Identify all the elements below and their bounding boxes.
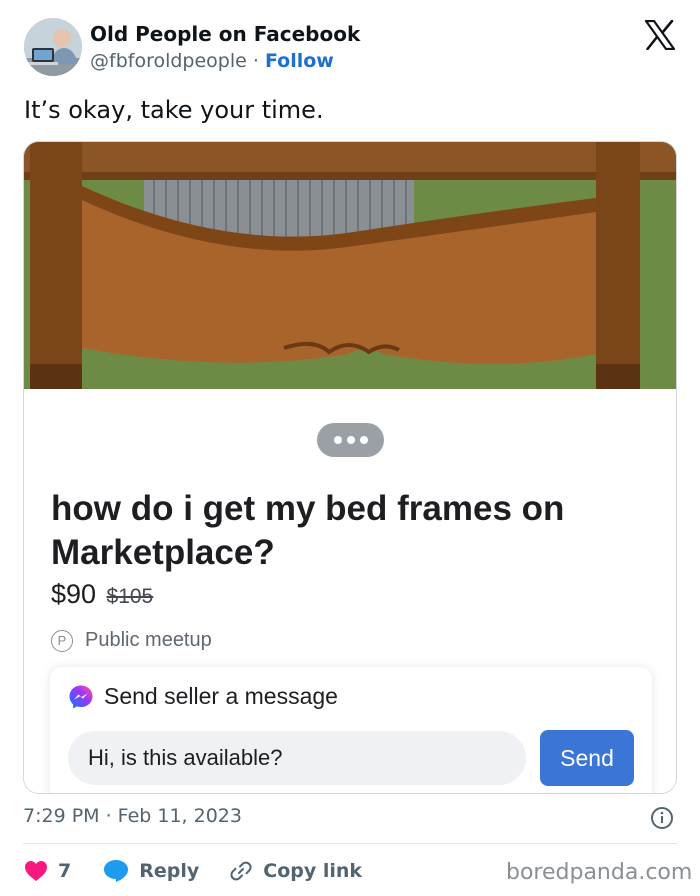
heart-icon — [25, 861, 47, 881]
listing-price: $90 — [51, 579, 97, 609]
more-dots-icon[interactable] — [317, 423, 384, 457]
reply-button[interactable]: Reply — [103, 859, 199, 883]
author-handle-row: @fbforoldpeople · Follow — [90, 50, 334, 72]
reply-label: Reply — [139, 860, 200, 882]
tweet-text: It’s okay, take your time. — [24, 96, 324, 124]
tweet-media[interactable]: how do i get my bed frames on Marketplac… — [23, 141, 677, 794]
message-heading: Send seller a message — [104, 683, 338, 709]
send-button[interactable]: Send — [540, 730, 634, 786]
tweet-actions: 7 Reply Copy link — [24, 856, 362, 886]
author-name[interactable]: Old People on Facebook — [90, 22, 360, 46]
link-icon — [230, 861, 252, 881]
dot — [359, 436, 368, 444]
info-icon[interactable] — [650, 806, 674, 830]
speech-bubble-icon — [104, 860, 129, 882]
footer-divider — [23, 843, 677, 844]
message-input[interactable]: Hi, is this available? — [68, 731, 526, 785]
avatar[interactable] — [24, 18, 82, 76]
copy-link-button[interactable]: Copy link — [229, 859, 362, 883]
public-meetup-label: Public meetup — [85, 629, 212, 651]
dot — [333, 436, 342, 444]
listing-old-price: $105 — [106, 585, 154, 608]
copy-link-label: Copy link — [263, 860, 363, 882]
price-row: $90 $105 — [51, 579, 153, 610]
like-count: 7 — [58, 860, 72, 882]
listing-title: how do i get my bed frames on Marketplac… — [51, 489, 565, 572]
message-heading-row: Send seller a message — [68, 683, 338, 710]
public-meetup-row: P Public meetup — [51, 629, 212, 652]
bed-frame-photo — [24, 142, 676, 389]
avatar-image — [24, 18, 82, 76]
messenger-icon — [69, 685, 93, 708]
x-logo-icon[interactable] — [644, 20, 676, 50]
public-meetup-icon: P — [51, 629, 73, 652]
like-button[interactable]: 7 — [24, 860, 103, 882]
send-message-card: Send seller a message Hi, is this availa… — [50, 667, 652, 793]
watermark: boredpanda.com — [506, 860, 693, 885]
follow-link[interactable]: Follow — [265, 50, 334, 72]
author-handle[interactable]: @fbforoldpeople — [90, 50, 247, 72]
tweet-card: Old People on Facebook @fbforoldpeople ·… — [0, 0, 700, 896]
dot — [346, 436, 355, 444]
handle-separator: · — [252, 50, 259, 72]
marketplace-screenshot: how do i get my bed frames on Marketplac… — [24, 389, 676, 793]
tweet-timestamp[interactable]: 7:29 PM · Feb 11, 2023 — [23, 805, 242, 827]
